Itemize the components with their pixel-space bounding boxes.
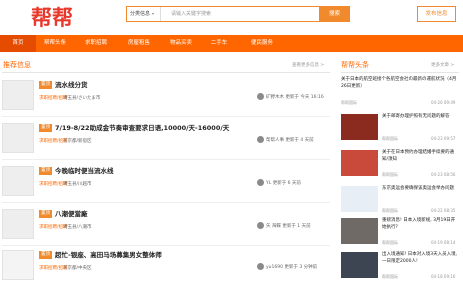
- item-title[interactable]: 超忙-银座、高田马场募集男女整体师: [55, 249, 162, 259]
- thumbnail-image: [2, 209, 34, 239]
- news-thumbnail: [341, 218, 378, 244]
- news-source: 帮帮国际: [382, 208, 398, 213]
- item-user-info: 帮帮人事 更新于 4 天前: [266, 137, 314, 143]
- recommend-more-link[interactable]: 查看更多信息 >: [292, 62, 324, 68]
- headlines-more-link[interactable]: 更多文章 >: [431, 62, 454, 68]
- search-category-select[interactable]: 分类信息 ▾: [127, 7, 161, 21]
- news-title[interactable]: 重磅消息! 日本入境新规, 3月19日开始执行?: [382, 218, 459, 231]
- list-item[interactable]: 置顶 今晚临时便当流水线 求职招聘/招聘 埼玉县/川越市 YL 更新于 6 天前: [2, 161, 330, 203]
- news-time: 04-23 08:56: [431, 172, 456, 177]
- news-item[interactable]: 关于在日本预约办理结婚手续要的通知/须知 帮帮国际 04-23 08:56: [341, 150, 459, 180]
- item-location: 埼玉县/さいたま市: [63, 96, 101, 101]
- nav-headlines[interactable]: 帮帮头条: [36, 35, 74, 52]
- avatar: [257, 263, 264, 270]
- news-time: 04-26 09:49: [431, 100, 456, 105]
- news-thumbnail: [341, 186, 378, 212]
- item-user: YL: [266, 181, 272, 186]
- news-item[interactable]: 关于邮寄办理护照有无问题的解答 帮帮国际 04-23 09:57: [341, 114, 459, 144]
- news-title[interactable]: 关于邮寄办理护照有无问题的解答: [382, 114, 459, 121]
- nav-home[interactable]: 首页: [0, 35, 36, 52]
- item-title[interactable]: 八潮便當廠: [55, 208, 88, 218]
- headlines-title: 帮帮头条: [341, 61, 369, 69]
- avatar: [257, 136, 264, 143]
- avatar: [257, 222, 264, 229]
- item-location: 埼玉县/川越市: [63, 182, 92, 187]
- news-title[interactable]: 出入境通知! 日本对入境3天入员入境, 一日限定2000人!: [382, 252, 459, 265]
- item-user: 矢 海蝶: [266, 224, 281, 229]
- news-item[interactable]: 出入境通知! 日本对入境3天入员入境, 一日限定2000人! 帮帮国际 04-1…: [341, 252, 459, 282]
- search-bar: 分类信息 ▾ 请输入关键字搜索 搜索: [126, 6, 350, 22]
- item-user-info: YL 更新于 6 天前: [266, 180, 301, 186]
- pinned-badge: 置顶: [39, 251, 52, 259]
- thumbnail-image: [2, 80, 34, 110]
- item-user-info: 矢 海蝶 更新于 1 天前: [266, 223, 311, 229]
- list-item[interactable]: 置顶 流水线分货 求职招聘/招聘 埼玉县/さいたま市 矿野木木 更新于 今天 1…: [2, 75, 330, 117]
- news-time: 04-23 09:57: [431, 136, 456, 141]
- news-title[interactable]: 东京奥运会要确保该奥运会举办问题: [382, 186, 459, 193]
- news-title[interactable]: 关于在日本预约办理结婚手续要的通知/须知: [382, 150, 459, 163]
- avatar: [257, 93, 264, 100]
- item-user: yu1690: [266, 265, 283, 270]
- svg-text:帮: 帮: [31, 6, 52, 29]
- site-header: 帮 帮 分类信息 ▾ 请输入关键字搜索 搜索 发布信息: [0, 0, 463, 34]
- search-category-label: 分类信息: [130, 11, 151, 17]
- recommend-divider: [2, 72, 330, 73]
- news-source: 帮帮国际: [382, 172, 398, 177]
- pinned-badge: 置顶: [39, 167, 52, 175]
- main-nav: 首页 帮帮头条 求职招聘 房屋租售 物品买卖 二手车 便民服务: [0, 35, 463, 52]
- item-time: 更新于 3 分钟前: [284, 265, 318, 270]
- item-title[interactable]: 今晚临时便当流水线: [55, 165, 114, 175]
- item-title[interactable]: 流水线分货: [55, 79, 88, 89]
- post-info-button[interactable]: 发布信息: [417, 6, 456, 22]
- nav-goods[interactable]: 物品买卖: [162, 35, 200, 52]
- svg-text:帮: 帮: [52, 6, 73, 29]
- news-time: 04-18 09:16: [431, 274, 456, 279]
- nav-services[interactable]: 便民服务: [243, 35, 281, 52]
- item-user-info: 矿野木木 更新于 今天 16:16: [266, 94, 324, 100]
- item-time: 更新于 1 天前: [282, 224, 311, 229]
- news-item[interactable]: 东京奥运会要确保该奥运会举办问题 帮帮国际 04-22 08:35: [341, 186, 459, 216]
- news-item[interactable]: 关于日本的航空班接个各航空会社の最新の運航状況（4月26日更新） 帮帮国际 04…: [341, 77, 459, 107]
- recommend-title: 推荐信息: [3, 61, 31, 69]
- chevron-down-icon: ▾: [152, 11, 155, 16]
- search-button[interactable]: 搜索: [319, 6, 350, 22]
- item-time: 更新于 今天 16:16: [285, 95, 324, 100]
- item-user-info: yu1690 更新于 3 分钟前: [266, 264, 317, 270]
- news-source: 帮帮国际: [382, 274, 398, 279]
- item-location: 东京都/中央区: [63, 266, 92, 271]
- list-item[interactable]: 置顶 超忙-银座、高田马场募集男女整体师 求职招聘/招聘 东京都/中央区 yu1…: [2, 245, 330, 286]
- item-location: 埼玉县/八潮市: [63, 225, 92, 230]
- news-time: 04-19 08:14: [431, 240, 456, 245]
- list-item[interactable]: 置顶 7/19-8/22助成金节奏审查要求日语,10000/天-16000/天 …: [2, 118, 330, 160]
- item-location: 东京都/新宿区: [63, 139, 92, 144]
- list-item[interactable]: 置顶 八潮便當廠 求职招聘/招聘 埼玉县/八潮市 矢 海蝶 更新于 1 天前: [2, 204, 330, 246]
- news-thumbnail: [341, 150, 378, 176]
- news-thumbnail: [341, 252, 378, 278]
- nav-used-cars[interactable]: 二手车: [203, 35, 235, 52]
- nav-jobs[interactable]: 求职招聘: [77, 35, 115, 52]
- avatar: [257, 179, 264, 186]
- item-user: 矿野木木: [266, 95, 284, 100]
- nav-housing[interactable]: 房屋租售: [120, 35, 158, 52]
- news-item[interactable]: 重磅消息! 日本入境新规, 3月19日开始执行? 帮帮国际 04-19 08:1…: [341, 218, 459, 248]
- news-title[interactable]: 关于日本的航空班接个各航空会社の最新の運航状況（4月26日更新）: [341, 77, 459, 90]
- item-time: 更新于 4 天前: [285, 138, 314, 143]
- item-user: 帮帮人事: [266, 138, 284, 143]
- headlines-divider: [341, 72, 459, 73]
- thumbnail-image: [2, 166, 34, 196]
- pinned-badge: 置顶: [39, 210, 52, 218]
- thumbnail-image: [2, 123, 34, 153]
- thumbnail-image: [2, 250, 34, 280]
- item-time: 更新于 6 天前: [272, 181, 301, 186]
- news-time: 04-22 08:35: [431, 208, 456, 213]
- pinned-badge: 置顶: [39, 81, 52, 89]
- news-thumbnail: [341, 114, 378, 140]
- news-source: 帮帮国际: [341, 100, 357, 105]
- site-logo[interactable]: 帮 帮: [30, 3, 74, 29]
- item-title[interactable]: 7/19-8/22助成金节奏审查要求日语,10000/天-16000/天: [55, 122, 229, 132]
- news-source: 帮帮国际: [382, 136, 398, 141]
- pinned-badge: 置顶: [39, 124, 52, 132]
- search-input[interactable]: 请输入关键字搜索: [171, 7, 321, 21]
- news-source: 帮帮国际: [382, 240, 398, 245]
